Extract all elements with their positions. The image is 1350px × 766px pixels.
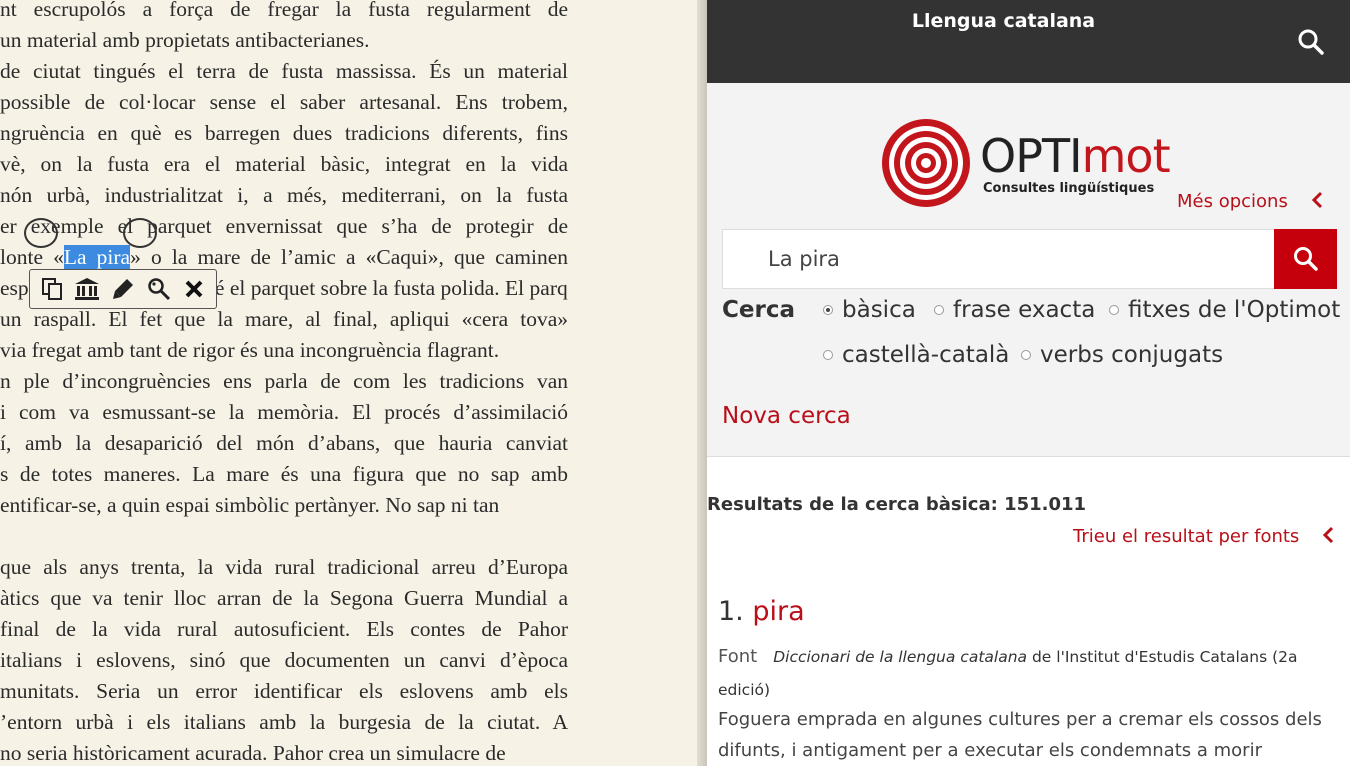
results-count: Resultats de la cerca bàsica: 151.011: [707, 494, 1087, 515]
selected-text[interactable]: La pira: [63, 245, 131, 269]
highlight-icon: [112, 279, 133, 299]
header-search-button[interactable]: [1297, 28, 1325, 56]
radio-button[interactable]: [823, 350, 833, 360]
radio-button[interactable]: [1109, 305, 1119, 315]
more-options-link[interactable]: Més opcions: [1177, 191, 1324, 212]
selection-toolbar: [29, 269, 217, 309]
option-fitxes-optimot[interactable]: fitxes de l'Optimot: [1109, 297, 1340, 323]
copy-button[interactable]: [37, 274, 67, 304]
dictionary-lookup-button[interactable]: [144, 274, 174, 304]
result-source: Font Diccionari de la llengua catalana de…: [718, 640, 1328, 707]
reader-line: nón urbà, industrialitzat i, a més, medi…: [0, 183, 568, 207]
close-icon: [185, 280, 203, 298]
reader-line: i com va esmussant-se la memòria. El pro…: [0, 400, 568, 424]
reader-line: í, amb la desaparició del món d’abans, q…: [0, 431, 568, 455]
panel-title: Llengua catalana: [911, 10, 1096, 32]
highlight-button[interactable]: [108, 274, 138, 304]
reader-line: que als anys trenta, la vida rural tradi…: [0, 555, 568, 579]
reader-text[interactable]: nt escrupolós a força de fregar la fusta…: [0, 0, 568, 766]
search-type-label: Cerca: [722, 297, 795, 323]
reader-line: [0, 521, 568, 552]
reader-line: vè, on la fusta era el material bàsic, i…: [0, 152, 568, 176]
result-number: 1.: [718, 596, 744, 627]
radio-button[interactable]: [1021, 350, 1031, 360]
panel-header: Llengua catalana: [707, 0, 1350, 83]
reader-line: n ple d’incongruències ens parla de com …: [0, 369, 568, 393]
ebook-reader: nt escrupolós a força de fregar la fusta…: [0, 0, 697, 766]
chevron-left-icon: [1311, 191, 1322, 209]
reader-line: er exemple el parquet envernissat que s’…: [0, 214, 568, 238]
logo-wordmark: OPTImot: [980, 129, 1171, 183]
search-icon: [1298, 29, 1324, 55]
reader-line: possible de col·locar sense el saber art…: [0, 90, 568, 114]
source-title: Diccionari de la llengua catalana: [773, 648, 1028, 666]
option-castella-catala[interactable]: castellà-català: [823, 342, 1009, 368]
sort-by-source-link[interactable]: Trieu el resultat per fonts: [1073, 526, 1335, 547]
reader-line: nt escrupolós a força de fregar la fusta…: [0, 0, 568, 21]
lookup-icon: [147, 278, 170, 301]
reader-line: de ciutat tingués el terra de fusta mass…: [0, 59, 568, 83]
result-title: 1. pira: [718, 596, 805, 627]
new-search-link[interactable]: Nova cerca: [722, 403, 851, 429]
reader-line: via fregat amb tant de rigor és una inco…: [0, 338, 500, 362]
reader-line: un material amb propietats antibacterian…: [0, 28, 370, 52]
option-basica[interactable]: bàsica: [823, 297, 916, 323]
pane-divider[interactable]: [697, 0, 707, 766]
search-submit-button[interactable]: [1274, 229, 1337, 289]
optimot-logo: OPTImot Consultes lingüístiques: [880, 117, 1171, 213]
optimot-logo-icon: [882, 119, 970, 207]
reader-line: s de totes maneres. La mare és una figur…: [0, 462, 568, 486]
library-icon: [75, 278, 100, 300]
reader-line: entificar-se, a quin espai simbòlic pert…: [0, 493, 500, 517]
option-frase-exacta[interactable]: frase exacta: [934, 297, 1095, 323]
reader-line: italians i eslovens, sinó que documenten…: [0, 648, 568, 672]
reader-line: ’entorn urbà i els italians amb la burge…: [0, 710, 568, 734]
reader-line: final de la vida rural autosuficient. El…: [0, 617, 568, 641]
source-label: Font: [718, 646, 758, 667]
copy-icon: [41, 278, 62, 300]
chevron-left-icon: [1322, 526, 1334, 544]
radio-button[interactable]: [934, 305, 944, 315]
close-toolbar-button[interactable]: [179, 274, 209, 304]
search-input[interactable]: [722, 229, 1275, 289]
radio-button[interactable]: [823, 305, 833, 315]
selection-start-handle[interactable]: [24, 218, 58, 248]
dictionary-panel: Llengua catalana OPTImot Consultes lingü…: [707, 0, 1350, 766]
reader-line: àtics que va tenir lloc arran de la Sego…: [0, 586, 568, 610]
selection-end-handle[interactable]: [123, 218, 157, 248]
reader-line: munitats. Seria un error identificar els…: [0, 679, 568, 703]
result-word-link[interactable]: pira: [752, 596, 804, 627]
search-area: OPTImot Consultes lingüístiques Més opci…: [707, 83, 1350, 457]
reader-line: ngruència en què es barregen dues tradic…: [0, 121, 568, 145]
wiki-lookup-button[interactable]: [72, 274, 102, 304]
reader-line: no seria històricament acurada. Pahor cr…: [0, 741, 506, 765]
logo-subtitle: Consultes lingüístiques: [983, 181, 1155, 196]
option-verbs-conjugats[interactable]: verbs conjugats: [1021, 342, 1223, 368]
search-icon: [1293, 247, 1318, 271]
result-definition: Foguera emprada en algunes cultures per …: [718, 709, 1322, 761]
